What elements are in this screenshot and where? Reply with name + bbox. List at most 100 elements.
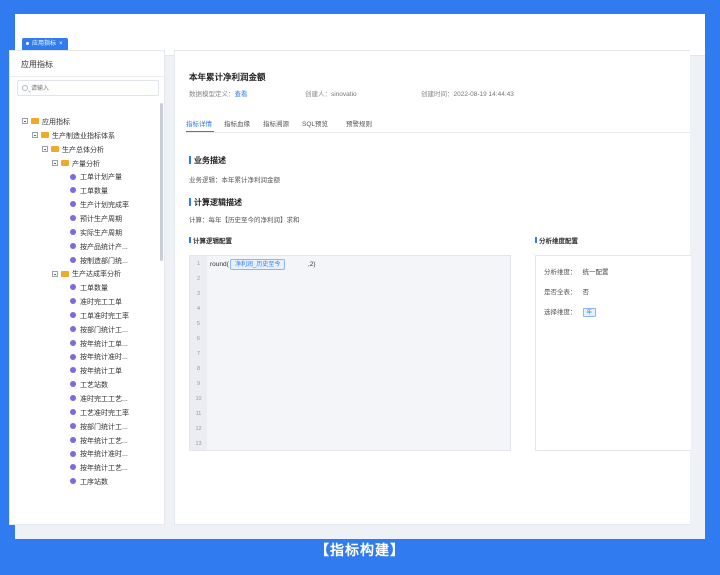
tree-leaf[interactable]: 按部门统计工...	[70, 421, 128, 434]
tab-alert-rules[interactable]: 预警规则	[346, 118, 372, 128]
collapse-icon[interactable]	[52, 159, 58, 166]
close-icon[interactable]: ×	[59, 41, 63, 47]
tab-sql-preview[interactable]: SQL预览	[302, 118, 328, 128]
year-chip[interactable]: 年	[582, 307, 597, 317]
tab-lineage[interactable]: 指标血缘	[224, 118, 250, 128]
tree-label: 预计生产周期	[80, 215, 122, 223]
metric-icon	[70, 409, 76, 415]
collapse-icon[interactable]	[32, 132, 38, 138]
formula-editor[interactable]: 1 2 3 4 5 6 7 8 9 10 11 12 13 round( 净利润_历史至今 ,2)	[189, 255, 511, 451]
metric-icon	[70, 478, 76, 485]
tab-dot-icon	[26, 41, 29, 45]
tree-leaf[interactable]: 工单数量	[70, 185, 108, 198]
line-number: 4	[196, 306, 201, 312]
heading-bar	[189, 237, 191, 244]
tree-label: 按产品统计产...	[80, 243, 128, 251]
analysis-heading: 分析维度配置	[535, 235, 578, 245]
metric-icon	[70, 187, 76, 194]
line-number: 11	[195, 411, 202, 417]
tree-label: 按年统计准时...	[80, 451, 128, 459]
tree-label: 生产计划完成率	[80, 202, 129, 210]
tree-leaf[interactable]: 准时完工工艺...	[70, 393, 128, 406]
tabs-divider	[186, 132, 691, 133]
tree-leaf[interactable]: 工艺站数	[70, 379, 108, 392]
tab-trace[interactable]: 指标溯源	[263, 118, 289, 128]
tree-leaf[interactable]: 工艺准时完工率	[70, 407, 129, 420]
tree-leaf[interactable]: 按年统计准时...	[70, 448, 128, 461]
folder-icon	[61, 159, 69, 166]
created-label: 创建时间：	[421, 91, 454, 98]
full-table-row: 是否全表： 否	[544, 286, 589, 296]
tree-leaf[interactable]: 工序站数	[70, 476, 108, 489]
tree-label: 按年统计工单...	[80, 340, 128, 348]
tree-label: 按年统计工单	[80, 368, 122, 376]
tree-label: 按部门统计工...	[80, 423, 128, 431]
tree-leaf[interactable]: 实际生产周期	[70, 227, 122, 240]
model-view-link[interactable]: 查看	[235, 91, 248, 98]
search-icon	[22, 85, 28, 91]
tree-label: 实际生产周期	[80, 229, 122, 237]
tree-leaf[interactable]: 工单计划产量	[70, 171, 122, 184]
calc-text: 计算：每年【历史至今的净利润】求和	[189, 217, 300, 224]
sidebar-scrollbar[interactable]	[160, 103, 163, 261]
metric-token-chip[interactable]: 净利润_历史至今	[230, 259, 286, 270]
code-args: ,2)	[308, 261, 316, 268]
heading-bar	[189, 197, 191, 206]
heading-bar	[189, 155, 191, 164]
heading-bar	[535, 237, 537, 244]
tree-folder[interactable]: 生产总体分析	[42, 144, 104, 157]
full-table-value[interactable]: 否	[583, 289, 590, 296]
tree-label: 工单数量	[80, 285, 108, 293]
tree-label: 按年统计准时...	[80, 354, 128, 362]
metric-icon	[70, 298, 76, 305]
tree-label: 生产达成率分析	[72, 271, 121, 279]
collapse-icon[interactable]	[22, 118, 28, 125]
tree-label: 按年统计工艺...	[80, 465, 128, 473]
dim-value[interactable]: 统一配置	[583, 269, 609, 276]
tab-metric-detail[interactable]: 指标详情	[186, 118, 212, 128]
tree-leaf[interactable]: 按制造部门统...	[70, 255, 128, 268]
tree-label: 准时完工工艺...	[80, 396, 128, 403]
tree-folder[interactable]: 生产制造业指标体系	[32, 130, 115, 143]
search-box[interactable]	[17, 80, 159, 96]
tree-label: 准时完工工单	[80, 299, 122, 307]
tree-label: 按部门统计工...	[80, 326, 128, 334]
tree-label: 工单准时完工率	[80, 312, 129, 320]
tree-label: 应用指标	[42, 119, 70, 126]
tree-leaf[interactable]: 预计生产周期	[70, 213, 122, 226]
tree-leaf[interactable]: 按部门统计工...	[70, 324, 128, 337]
select-dim-label: 选择维度：	[544, 309, 577, 316]
search-input[interactable]	[31, 83, 151, 94]
collapse-icon[interactable]	[52, 270, 58, 277]
metric-icon	[70, 464, 76, 471]
tree-leaf[interactable]: 按年统计工艺...	[70, 462, 128, 475]
tree-label: 生产总体分析	[62, 146, 104, 154]
metric-icon	[70, 215, 76, 222]
metric-icon	[70, 325, 76, 332]
line-number: 8	[196, 366, 201, 372]
line-number: 10	[195, 396, 202, 402]
tree-leaf[interactable]: 按年统计工艺...	[70, 435, 128, 448]
tree-leaf[interactable]: 按年统计工单...	[70, 338, 128, 351]
tree-leaf[interactable]: 工单准时完工率	[70, 310, 129, 323]
tree-leaf[interactable]: 按产品统计产...	[70, 241, 128, 254]
tree-leaf[interactable]: 生产计划完成率	[70, 199, 129, 212]
creator-value: sinovatio	[331, 91, 357, 98]
tree-folder[interactable]: 应用指标	[22, 116, 70, 129]
collapse-icon[interactable]	[42, 145, 48, 152]
calc-heading: 计算逻辑描述	[189, 197, 242, 208]
tree-folder[interactable]: 产量分析	[52, 158, 100, 171]
metric-icon	[70, 353, 76, 360]
tree-leaf[interactable]: 按年统计准时...	[70, 351, 128, 364]
line-number: 12	[195, 426, 202, 432]
tree-leaf[interactable]: 按年统计工单	[70, 365, 122, 378]
tree-label: 按年统计工艺...	[80, 437, 128, 445]
business-heading-text: 业务描述	[194, 156, 226, 165]
metric-icon	[70, 173, 76, 180]
tree-leaf[interactable]: 准时完工工单	[70, 296, 122, 309]
dim-row: 分析维度： 统一配置	[544, 266, 609, 276]
tree-leaf[interactable]: 工单数量	[70, 282, 108, 295]
metric-icon	[70, 256, 76, 263]
tree-folder[interactable]: 生产达成率分析	[52, 268, 121, 281]
folder-icon	[51, 145, 59, 152]
